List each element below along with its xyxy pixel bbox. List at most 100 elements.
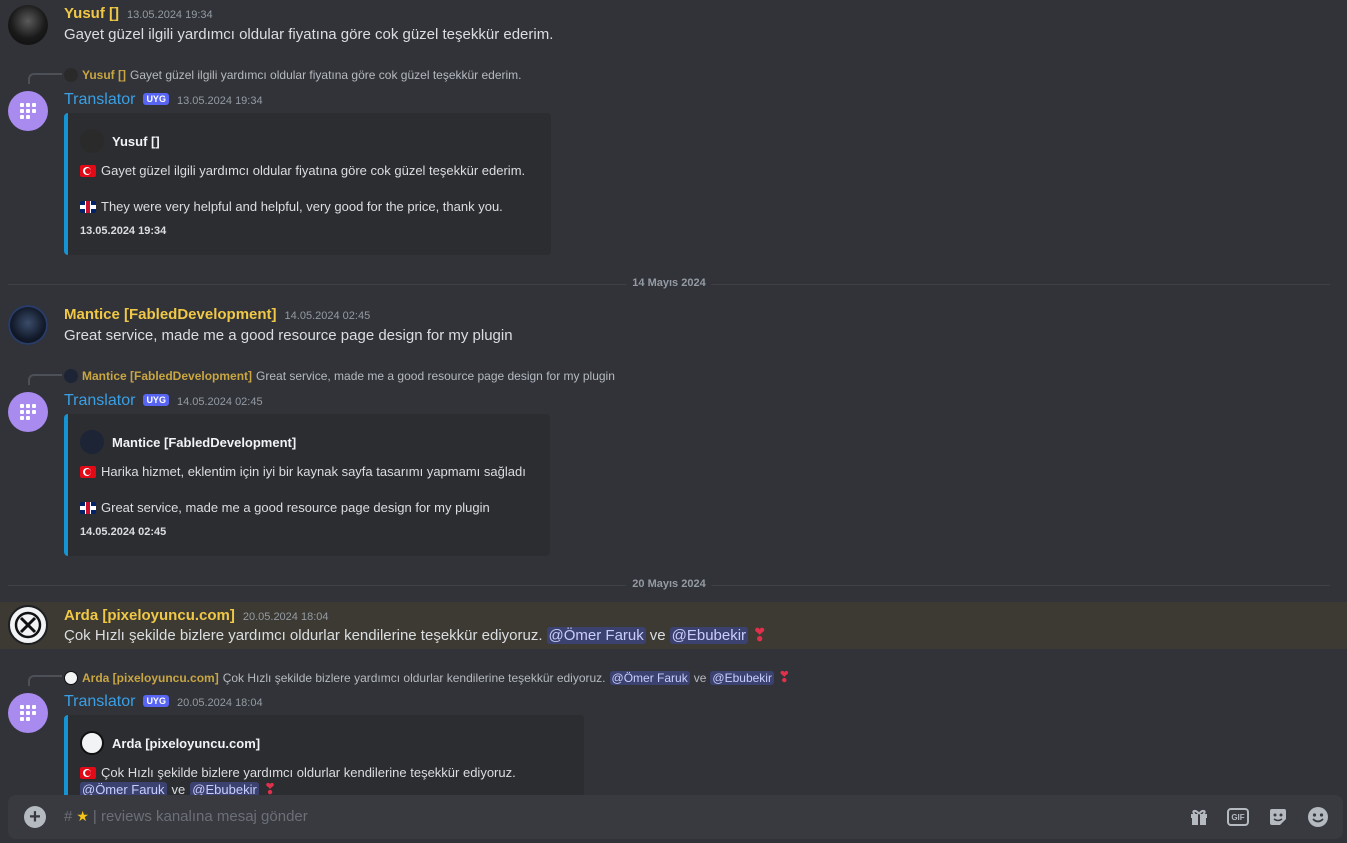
embed-author: Yusuf [] xyxy=(80,129,160,153)
message-input[interactable]: # ★ | reviews kanalına mesaj gönder xyxy=(64,808,308,825)
embed-avatar xyxy=(80,129,104,153)
message-feed[interactable]: Yusuf [] 13.05.2024 19:34 Gayet güzel il… xyxy=(0,0,1347,795)
app-grid-icon xyxy=(20,404,36,420)
timestamp: 13.05.2024 19:34 xyxy=(176,95,263,107)
user-mention[interactable]: @Ebubekir xyxy=(710,670,774,685)
message-content: Great service, made me a good resource p… xyxy=(64,327,513,344)
message-header: Translator UYG 20.05.2024 18:04 xyxy=(64,693,263,711)
embed-en-line: They were very helpful and helpful, very… xyxy=(80,199,503,214)
reply-preview[interactable]: Mantice [FabledDevelopment] Great servic… xyxy=(64,369,615,383)
message-composer[interactable]: + # ★ | reviews kanalına mesaj gönder GI… xyxy=(8,795,1343,839)
reply-text: Great service, made me a good resource p… xyxy=(256,369,615,383)
message-header: Translator UYG 14.05.2024 02:45 xyxy=(64,392,263,410)
flag-tr-icon xyxy=(80,465,96,478)
embed-footer: 13.05.2024 19:34 xyxy=(80,225,167,237)
channel-hash: # xyxy=(64,808,73,825)
date-divider: 20 Mayıs 2024 xyxy=(8,578,1330,590)
embed-author: Arda [pixeloyuncu.com] xyxy=(80,731,260,755)
avatar[interactable] xyxy=(8,91,48,131)
heart-emoji-icon: ❣ xyxy=(777,669,791,686)
username[interactable]: Yusuf [] xyxy=(64,5,119,22)
app-tag: UYG xyxy=(143,695,169,707)
timestamp: 20.05.2024 18:04 xyxy=(176,697,263,709)
user-mention[interactable]: @Ömer Faruk xyxy=(80,782,167,795)
gift-icon[interactable] xyxy=(1188,806,1210,828)
user-mention[interactable]: @Ömer Faruk xyxy=(609,670,690,685)
translation-embed: Arda [pixeloyuncu.com] Çok Hızlı şekilde… xyxy=(64,715,584,795)
reply-text: Çok Hızlı şekilde bizlere yardımcı oldur… xyxy=(222,670,606,685)
reply-author[interactable]: Mantice [FabledDevelopment] xyxy=(82,369,252,383)
embed-tr-text: Gayet güzel ilgili yardımcı oldular fiya… xyxy=(101,163,526,178)
heart-emoji-icon[interactable]: ❣ xyxy=(752,626,767,644)
username[interactable]: Mantice [FabledDevelopment] xyxy=(64,306,277,323)
date-divider-label: 14 Mayıs 2024 xyxy=(626,277,712,289)
message-content: Çok Hızlı şekilde bizlere yardımcı oldur… xyxy=(64,626,767,644)
sticker-icon[interactable] xyxy=(1267,806,1289,828)
embed-author: Mantice [FabledDevelopment] xyxy=(80,430,296,454)
message-input-placeholder: | reviews kanalına mesaj gönder xyxy=(92,808,308,825)
user-mention[interactable]: @Ebubekir xyxy=(669,626,749,644)
translation-embed: Mantice [FabledDevelopment] Harika hizme… xyxy=(64,414,550,556)
embed-text: ve xyxy=(171,782,186,795)
embed-footer: 14.05.2024 02:45 xyxy=(80,526,167,538)
embed-en-line: Great service, made me a good resource p… xyxy=(80,500,490,515)
embed-avatar xyxy=(80,731,104,755)
app-grid-icon xyxy=(20,103,36,119)
bot-username[interactable]: Translator xyxy=(64,91,135,109)
reply-author[interactable]: Arda [pixeloyuncu.com] xyxy=(82,671,219,685)
add-attachment-icon[interactable]: + xyxy=(24,806,46,828)
embed-author-name: Yusuf [] xyxy=(112,133,160,149)
avatar[interactable] xyxy=(8,392,48,432)
avatar[interactable] xyxy=(8,305,48,345)
date-divider-label: 20 Mayıs 2024 xyxy=(626,578,712,590)
embed-mentions-line: @Ömer Faruk ve @Ebubekir ❣ xyxy=(80,782,276,795)
translation-embed: Yusuf [] Gayet güzel ilgili yardımcı old… xyxy=(64,113,551,255)
app-tag: UYG xyxy=(143,394,169,406)
flag-tr-icon xyxy=(80,766,96,779)
reply-spine xyxy=(28,675,62,686)
reply-spine xyxy=(28,374,62,385)
reply-author[interactable]: Yusuf [] xyxy=(82,68,126,82)
reply-preview[interactable]: Arda [pixeloyuncu.com] Çok Hızlı şekilde… xyxy=(64,670,791,685)
embed-tr-line: Gayet güzel ilgili yardımcı oldular fiya… xyxy=(80,163,525,178)
user-mention[interactable]: @Ebubekir xyxy=(190,782,259,795)
reply-text: ve xyxy=(693,670,707,685)
app-tag: UYG xyxy=(143,93,169,105)
embed-en-text: They were very helpful and helpful, very… xyxy=(101,199,503,214)
reply-text: Gayet güzel ilgili yardımcı oldular fiya… xyxy=(130,68,522,82)
timestamp: 13.05.2024 19:34 xyxy=(127,9,213,21)
message-text: ve xyxy=(649,626,666,644)
reply-avatar xyxy=(64,369,78,383)
embed-author-name: Arda [pixeloyuncu.com] xyxy=(112,735,261,751)
gif-icon[interactable]: GIF xyxy=(1227,808,1249,826)
message-header: Arda [pixeloyuncu.com] 20.05.2024 18:04 xyxy=(64,607,329,624)
arda-logo-icon xyxy=(14,611,42,639)
timestamp: 14.05.2024 02:45 xyxy=(284,310,371,322)
bot-username[interactable]: Translator xyxy=(64,392,135,410)
flag-gb-icon xyxy=(80,200,96,213)
emoji-icon[interactable] xyxy=(1307,806,1329,828)
message-content: Gayet güzel ilgili yardımcı oldular fiya… xyxy=(64,26,554,43)
embed-author-name: Mantice [FabledDevelopment] xyxy=(112,434,297,450)
message-header: Yusuf [] 13.05.2024 19:34 xyxy=(64,5,213,22)
message-text: Çok Hızlı şekilde bizlere yardımcı oldur… xyxy=(64,626,543,644)
star-emoji-icon: ★ xyxy=(76,808,89,824)
embed-avatar xyxy=(80,430,104,454)
heart-emoji-icon: ❣ xyxy=(263,781,277,795)
embed-tr-text: Çok Hızlı şekilde bizlere yardımcı oldur… xyxy=(101,765,516,780)
avatar[interactable] xyxy=(8,693,48,733)
timestamp: 20.05.2024 18:04 xyxy=(242,611,329,623)
avatar[interactable] xyxy=(8,605,48,645)
bot-username[interactable]: Translator xyxy=(64,693,135,711)
embed-tr-line: Çok Hızlı şekilde bizlere yardımcı oldur… xyxy=(80,765,516,780)
reply-avatar xyxy=(64,670,78,685)
avatar[interactable] xyxy=(8,5,48,45)
user-mention[interactable]: @Ömer Faruk xyxy=(546,626,646,644)
flag-gb-icon xyxy=(80,501,96,514)
reply-avatar xyxy=(64,68,78,82)
username[interactable]: Arda [pixeloyuncu.com] xyxy=(64,607,235,624)
embed-en-text: Great service, made me a good resource p… xyxy=(101,500,490,515)
embed-tr-text: Harika hizmet, eklentim için iyi bir kay… xyxy=(101,464,526,479)
reply-preview[interactable]: Yusuf [] Gayet güzel ilgili yardımcı old… xyxy=(64,68,522,82)
date-divider: 14 Mayıs 2024 xyxy=(8,277,1330,289)
